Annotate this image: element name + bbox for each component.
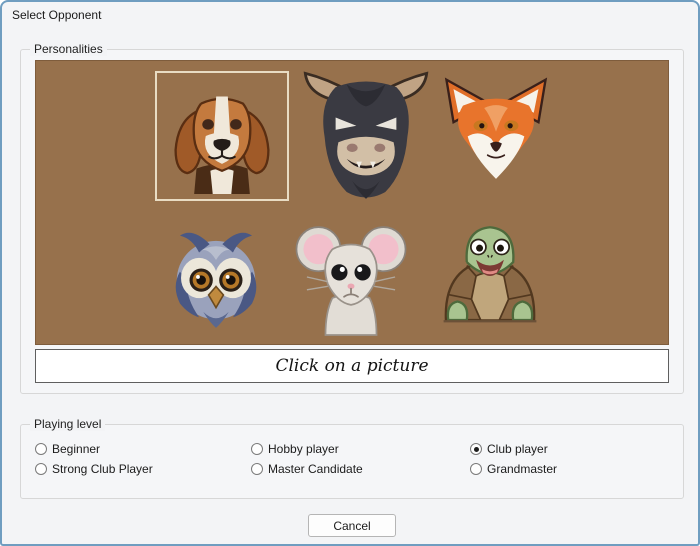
opponent-picture-owl[interactable] [163, 220, 269, 336]
bull-icon [297, 65, 435, 203]
radio-strong-club-player[interactable]: Strong Club Player [35, 462, 251, 476]
window-title: Select Opponent [12, 8, 101, 22]
radio-label: Strong Club Player [52, 462, 153, 476]
radio-circle-icon [35, 443, 47, 455]
cancel-button[interactable]: Cancel [308, 514, 396, 537]
select-opponent-dialog: Select Opponent Personalities [0, 0, 700, 546]
opponent-picture-mouse[interactable] [293, 216, 409, 338]
radio-label: Hobby player [268, 442, 339, 456]
radio-circle-icon [251, 463, 263, 475]
radio-circle-icon [470, 463, 482, 475]
personalities-group: Personalities [20, 49, 684, 394]
playing-level-label: Playing level [30, 417, 105, 431]
radio-beginner[interactable]: Beginner [35, 442, 251, 456]
turtle-icon [432, 216, 548, 336]
fox-icon [437, 67, 555, 201]
radio-hobby-player[interactable]: Hobby player [251, 442, 470, 456]
radio-circle-icon [35, 463, 47, 475]
radio-label: Master Candidate [268, 462, 363, 476]
radio-circle-icon [470, 443, 482, 455]
picture-panel [35, 60, 669, 345]
mouse-icon [293, 216, 409, 338]
radio-grandmaster[interactable]: Grandmaster [470, 462, 557, 476]
opponent-picture-fox[interactable] [437, 67, 555, 201]
radio-circle-icon [251, 443, 263, 455]
radio-club-player[interactable]: Club player [470, 442, 557, 456]
picture-hint-text: Click on a picture [275, 356, 428, 376]
radio-label: Grandmaster [487, 462, 557, 476]
opponent-picture-turtle[interactable] [432, 216, 548, 336]
playing-level-group: Playing level Beginner Hobby player Club… [20, 424, 684, 499]
beagle-dog-icon [162, 78, 282, 194]
opponent-picture-dog[interactable] [155, 71, 289, 201]
personalities-label: Personalities [30, 42, 107, 56]
radio-label: Club player [487, 442, 548, 456]
owl-icon [163, 220, 269, 336]
radio-master-candidate[interactable]: Master Candidate [251, 462, 470, 476]
opponent-picture-bull[interactable] [297, 65, 435, 203]
picture-hint-strip: Click on a picture [35, 349, 669, 383]
titlebar[interactable]: Select Opponent [2, 2, 698, 28]
radio-label: Beginner [52, 442, 100, 456]
playing-level-options: Beginner Hobby player Club player Strong… [35, 442, 557, 476]
